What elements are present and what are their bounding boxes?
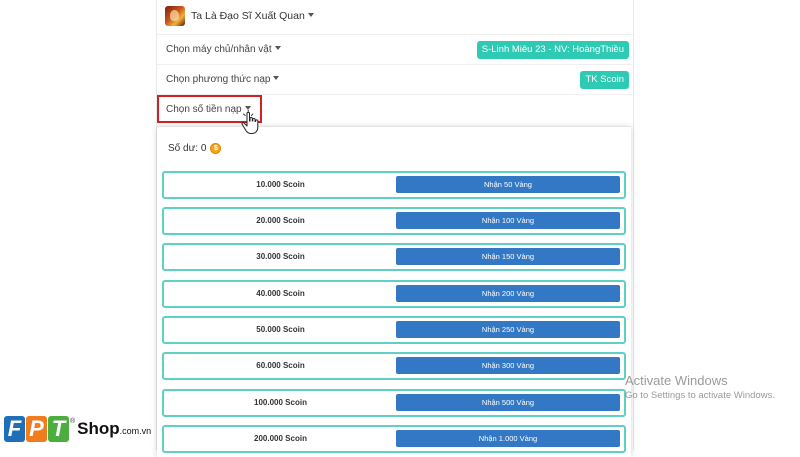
chevron-down-icon [273, 76, 280, 81]
logo-letter-t: T [48, 416, 69, 442]
logo-letter-f: F [4, 416, 25, 442]
amount-dropdown-menu: Số dư: 0 $ 10.000 Scoin Nhận 50 Vàng 20.… [157, 126, 631, 457]
activate-windows-title: Activate Windows [625, 373, 728, 388]
logo-shop-text: Shop [77, 419, 120, 438]
activate-windows-subtitle: Go to Settings to activate Windows. [625, 390, 775, 401]
amount-option[interactable]: 20.000 Scoin Nhận 100 Vàng [162, 207, 626, 235]
hand-pointer-icon [241, 110, 259, 134]
receive-gold-button[interactable]: Nhận 150 Vàng [396, 248, 620, 265]
option-amount: 200.000 Scoin [254, 434, 307, 443]
payment-method-dropdown[interactable]: Chọn phương thức nạp [166, 74, 280, 85]
receive-gold-button[interactable]: Nhận 200 Vàng [396, 285, 620, 302]
option-amount: 10.000 Scoin [256, 180, 305, 189]
receive-gold-button[interactable]: Nhận 500 Vàng [396, 394, 620, 411]
chevron-down-icon [274, 46, 281, 51]
option-amount: 60.000 Scoin [256, 361, 305, 370]
amount-option[interactable]: 10.000 Scoin Nhận 50 Vàng [162, 171, 626, 199]
receive-gold-button[interactable]: Nhận 100 Vàng [396, 212, 620, 229]
payment-method-row: Chọn phương thức nạp TK Scoin [157, 64, 633, 95]
amount-option[interactable]: 50.000 Scoin Nhận 250 Vàng [162, 316, 626, 344]
coin-icon: $ [210, 143, 222, 154]
amount-option[interactable]: 100.000 Scoin Nhận 500 Vàng [162, 389, 626, 417]
balance-display: Số dư: 0 $ [168, 143, 222, 154]
logo-registered-mark: ® [70, 418, 76, 425]
option-amount: 100.000 Scoin [254, 398, 307, 407]
option-amount: 50.000 Scoin [256, 325, 305, 334]
option-amount: 20.000 Scoin [256, 216, 305, 225]
game-icon [165, 6, 185, 26]
logo-domain-text: .com.vn [119, 425, 152, 436]
receive-gold-button[interactable]: Nhận 300 Vàng [396, 357, 620, 374]
balance-label: Số dư: 0 [168, 143, 207, 154]
option-amount: 40.000 Scoin [256, 289, 305, 298]
logo-letter-p: P [26, 416, 47, 442]
server-character-row: Chọn máy chủ/nhân vật S-Linh Miêu 23 - N… [157, 34, 633, 65]
game-selector[interactable]: Ta Là Đạo Sĩ Xuất Quan [165, 6, 314, 26]
amount-option[interactable]: 40.000 Scoin Nhận 200 Vàng [162, 280, 626, 308]
amount-option[interactable]: 30.000 Scoin Nhận 150 Vàng [162, 243, 626, 271]
selected-server-badge: S-Linh Miêu 23 - NV: HoàngThiều [476, 41, 629, 59]
server-character-dropdown[interactable]: Chọn máy chủ/nhân vật [166, 44, 281, 55]
receive-gold-button[interactable]: Nhận 250 Vàng [396, 321, 620, 338]
option-amount: 30.000 Scoin [256, 252, 305, 261]
receive-gold-button[interactable]: Nhận 50 Vàng [396, 176, 620, 193]
fpt-shop-logo: F P T ® Shop .com.vn [4, 414, 151, 444]
chevron-down-icon [307, 13, 314, 18]
selected-payment-badge: TK Scoin [580, 71, 629, 89]
amount-option[interactable]: 200.000 Scoin Nhận 1.000 Vàng [162, 425, 626, 453]
game-title[interactable]: Ta Là Đạo Sĩ Xuất Quan [191, 10, 314, 22]
receive-gold-button[interactable]: Nhận 1.000 Vàng [396, 430, 620, 447]
amount-option[interactable]: 60.000 Scoin Nhận 300 Vàng [162, 352, 626, 380]
